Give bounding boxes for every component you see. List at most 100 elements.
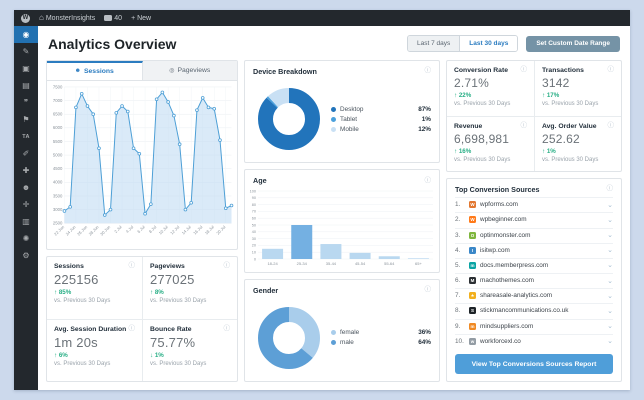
tab-pageviews[interactable]: ◎ Pageviews xyxy=(143,61,238,80)
tab-sessions[interactable]: ☻ Sessions xyxy=(47,61,143,80)
chevron-down-icon[interactable]: ⌄ xyxy=(607,216,613,224)
legend-label: female xyxy=(340,329,360,337)
sidebar-item-tools[interactable]: ✛ xyxy=(14,196,38,213)
chevron-down-icon[interactable]: ⌄ xyxy=(607,231,613,239)
info-icon[interactable]: ⓘ xyxy=(129,263,136,270)
users-icon: ☻ xyxy=(21,183,31,192)
sidebar-item-users[interactable]: ☻ xyxy=(14,179,38,196)
legend-value: 36% xyxy=(418,329,431,337)
source-row-isitwp.com[interactable]: 4. Iisitwp.com ⌄ xyxy=(455,242,613,257)
chevron-down-icon[interactable]: ⌄ xyxy=(607,261,613,269)
source-row-wpbeginner.com[interactable]: 2. Wwpbeginner.com ⌄ xyxy=(455,212,613,226)
source-row-docs.memberpress.com[interactable]: 5. m docs.memberpress.com ⌄ xyxy=(455,257,613,272)
sidebar-item-settings[interactable]: ▥ xyxy=(14,213,38,230)
info-icon[interactable]: ⓘ xyxy=(224,325,231,333)
user-icon: ☻ xyxy=(74,68,81,75)
stat-change-value: 16% xyxy=(458,147,472,155)
sidebar-item-media[interactable]: ▣ xyxy=(14,60,38,77)
chart-tabs: ☻ Sessions ◎ Pageviews xyxy=(47,61,237,81)
svg-text:2 Jul: 2 Jul xyxy=(113,224,123,234)
svg-text:7000: 7000 xyxy=(53,98,63,103)
info-icon[interactable]: ⓘ xyxy=(608,67,615,74)
source-row-mindsuppliers.com[interactable]: 9. m mindsuppliers.com ⌄ xyxy=(455,318,613,333)
sidebar-item-insights[interactable]: ✺ xyxy=(14,230,38,247)
svg-text:30: 30 xyxy=(252,237,256,241)
up-arrow-icon: ↑ xyxy=(54,289,58,296)
stat-value: 277025 xyxy=(150,272,195,287)
source-row-optinmonster.com[interactable]: 3. Ooptinmonster.com ⌄ xyxy=(455,227,613,242)
range-button-last-7-days[interactable]: Last 7 days xyxy=(408,36,460,51)
sidebar-item-appearance[interactable]: ✐ xyxy=(14,145,38,162)
info-icon[interactable]: ⓘ xyxy=(607,186,614,193)
stat-value: 252.62 xyxy=(542,131,580,146)
stat-card-conversion-rate: Conversion Rate ⓘ 2.71% ↑ 22% vs. Previous 3… xyxy=(447,61,534,116)
info-icon[interactable]: ⓘ xyxy=(425,68,432,75)
site-name: MonsterInsights xyxy=(45,14,96,22)
stat-card-bounce-rate: Bounce Rate ⓘ 75.77% ↓ 1% vs. Previous 30 Da… xyxy=(142,318,237,381)
source-row-wpforms.com[interactable]: 1. Wwpforms.com ⌄ xyxy=(455,197,613,211)
legend-value: 1% xyxy=(421,115,431,123)
set-custom-date-range-button[interactable]: Set Custom Date Range xyxy=(526,35,620,52)
svg-text:4000: 4000 xyxy=(53,180,63,185)
sidebar-item-plugins[interactable]: ✚ xyxy=(14,162,38,179)
chevron-down-icon[interactable]: ⌄ xyxy=(607,307,613,315)
legend-dot-icon xyxy=(331,106,336,112)
svg-text:20: 20 xyxy=(252,244,256,248)
info-icon[interactable]: ⓘ xyxy=(129,325,136,333)
source-row-workforcexl.co[interactable]: 10. w workforcexl.co ⌄ xyxy=(455,333,613,348)
info-icon[interactable]: ⓘ xyxy=(521,122,528,130)
svg-text:80: 80 xyxy=(252,203,256,207)
stat-change: ↑ 6% xyxy=(54,352,135,359)
source-domain: machothemes.com xyxy=(480,277,534,285)
source-domain: wpbeginner.com xyxy=(480,216,527,224)
source-row-shareasale-analytics.com[interactable]: 7. ★ shareasale-analytics.com ⌄ xyxy=(455,288,613,302)
svg-text:18-24: 18-24 xyxy=(267,261,278,266)
sidebar-item-feedback[interactable]: ⚑ xyxy=(14,111,38,128)
comment-count: 40 xyxy=(114,14,123,22)
wp-logo-menu[interactable]: W xyxy=(21,13,30,23)
chevron-down-icon[interactable]: ⌄ xyxy=(607,201,613,209)
chevron-down-icon[interactable]: ⌄ xyxy=(607,337,613,345)
sidebar-item-collapse[interactable]: ⚙ xyxy=(14,247,38,264)
stat-change: ↑ 22% xyxy=(454,92,527,99)
site-menu[interactable]: ⌂ MonsterInsights xyxy=(39,14,95,22)
sidebar-item-posts[interactable]: ✎ xyxy=(14,43,38,60)
collapse-icon: ⚙ xyxy=(22,251,30,260)
feedback-icon: ⚑ xyxy=(22,115,30,124)
chevron-down-icon[interactable]: ⌄ xyxy=(607,292,613,300)
info-icon[interactable]: ⓘ xyxy=(521,67,528,74)
chevron-down-icon[interactable]: ⌄ xyxy=(607,322,613,330)
view-report-button[interactable]: View Top Conversions Sources Report xyxy=(455,354,613,374)
chevron-down-icon[interactable]: ⌄ xyxy=(607,277,613,285)
svg-text:25-34: 25-34 xyxy=(297,261,308,266)
info-icon[interactable]: ⓘ xyxy=(608,122,615,130)
stat-change-value: 85% xyxy=(58,289,72,296)
stat-change: ↑ 17% xyxy=(542,92,614,99)
site-favicon-icon: W xyxy=(469,216,476,224)
stat-value: 1m 20s xyxy=(54,334,98,350)
site-favicon-icon: m xyxy=(469,261,476,269)
stat-card-sessions: Sessions ⓘ 225156 ↑ 85% vs. Previous 30 Days xyxy=(47,257,142,319)
legend-label: Desktop xyxy=(340,105,364,113)
stat-change-value: 22% xyxy=(458,92,472,99)
comments-menu[interactable]: 40 xyxy=(104,15,122,22)
stat-caption: vs. Previous 30 Days xyxy=(54,360,111,367)
chevron-down-icon[interactable]: ⌄ xyxy=(607,246,613,254)
sidebar-item-ta-plugin[interactable]: TA xyxy=(14,128,38,145)
stat-card-avg-order-value: Avg. Order Value ⓘ 252.62 ↑ 1% vs. Previous … xyxy=(534,115,621,171)
sources-list: 1. Wwpforms.com ⌄ 2. Wwpbeginner.com ⌄ 3. Oopti… xyxy=(447,196,621,349)
stat-title: Revenue xyxy=(454,122,483,130)
device-breakdown-panel: Device Breakdown ⓘ Desktop 87% Tablet 1% Mob… xyxy=(244,60,440,164)
new-content-menu[interactable]: + New xyxy=(131,15,151,22)
source-row-stickmancommunications.co.uk[interactable]: 8. Sstickmancommunications.co.uk ⌄ xyxy=(455,303,613,317)
sidebar-item-pages[interactable]: ▤ xyxy=(14,77,38,94)
source-row-machothemes.com[interactable]: 6. Mmachothemes.com ⌄ xyxy=(455,273,613,287)
sidebar-item-dashboard[interactable]: ◉ xyxy=(14,26,38,43)
stat-value: 225156 xyxy=(54,272,99,287)
range-button-last-30-days[interactable]: Last 30 days xyxy=(459,36,518,51)
sidebar-item-comments[interactable]: ❞ xyxy=(14,94,38,111)
stat-caption: vs. Previous 30 Days xyxy=(454,156,511,163)
info-icon[interactable]: ⓘ xyxy=(224,263,231,270)
info-icon[interactable]: ⓘ xyxy=(425,177,432,185)
info-icon[interactable]: ⓘ xyxy=(425,286,432,294)
